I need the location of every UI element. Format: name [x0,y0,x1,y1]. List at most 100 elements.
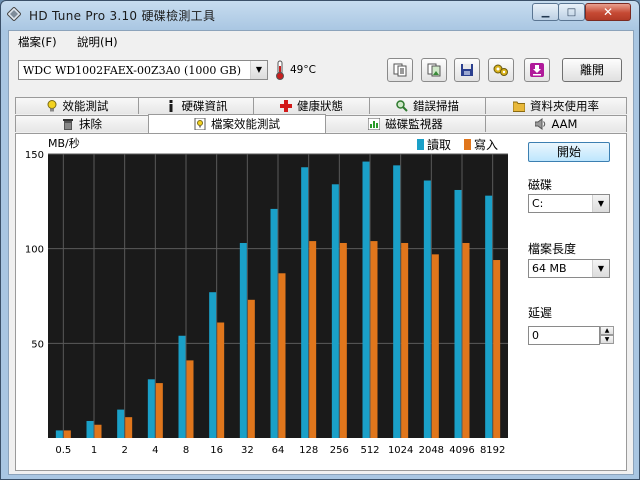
read-bar [178,335,186,438]
write-bar [370,241,378,438]
write-bar [125,417,133,438]
file-benchmark-icon [194,117,206,131]
legend-read-label: 讀取 [427,138,452,152]
write-bar [247,299,255,438]
read-bar [331,184,339,438]
tab-panel: 50 100 150 MB/秒 0.5 1 2 4 8 16 32 64 128 256 512 1024 20… [15,133,627,471]
exit-button[interactable]: 離開 [562,58,622,82]
copy-image-button[interactable] [421,58,447,82]
legend-write-label: 寫入 [474,138,499,152]
tab-aam[interactable]: AAM [485,115,627,132]
tab-erase[interactable]: 抹除 [15,115,149,132]
x-tick-label: 32 [241,445,254,456]
options-button[interactable] [488,58,514,82]
tab-file-benchmark[interactable]: 檔案效能測試 [148,114,326,133]
filesize-value: 64 MB [532,262,567,275]
lightbulb-icon [46,100,58,112]
app-window: HD Tune Pro 3.10 硬碟檢測工具 ▁ □ ✕ 檔案(F) 說明(H… [0,0,640,480]
menu-file[interactable]: 檔案(F) [18,34,57,50]
thermometer-icon [276,60,284,80]
x-tick-label: 16 [210,445,223,456]
x-tick-label: 256 [330,445,349,456]
copy-text-icon [393,63,407,77]
tab-info[interactable]: 硬碟資訊 [138,97,254,114]
y-tick-label: 150 [25,150,44,161]
info-icon [165,100,177,112]
magnifier-icon [396,100,408,112]
minimize-button[interactable]: ▁ [532,3,559,21]
drive-select-value: WDC WD1002FAEX-00Z3A0 (1000 GB) [23,64,241,77]
maximize-button[interactable]: □ [558,3,585,21]
filesize-select[interactable]: 64 MB ▼ [528,259,610,278]
x-tick-label: 2048 [419,445,444,456]
read-bar [362,161,370,438]
legend-write-swatch [464,139,471,150]
tab-label: 錯誤掃描 [413,99,459,113]
tab-disk-monitor[interactable]: 磁碟監視器 [325,115,486,132]
drive-select[interactable]: WDC WD1002FAEX-00Z3A0 (1000 GB) ▼ [18,60,268,80]
delay-input[interactable]: 0 [528,326,600,345]
spin-down-button[interactable]: ▼ [600,335,614,344]
x-tick-label: 128 [299,445,318,456]
x-tick-label: 8 [183,445,189,456]
app-logo-icon [7,7,21,21]
write-bar [431,254,439,438]
tab-folder-usage[interactable]: 資料夾使用率 [485,97,627,114]
x-tick-label: 4 [152,445,158,456]
write-bar [462,242,470,438]
temperature-readout: 49°C [290,64,316,76]
speaker-icon [534,118,547,130]
read-bar [423,180,431,439]
chevron-down-icon: ▼ [250,61,267,79]
spin-up-button[interactable]: ▲ [600,326,614,335]
drive-letter-value: C: [532,197,544,210]
menu-help[interactable]: 說明(H) [77,34,118,50]
close-button[interactable]: ✕ [585,3,631,21]
toolbar: WDC WD1002FAEX-00Z3A0 (1000 GB) ▼ 49°C 離… [9,53,633,87]
title-bar[interactable]: HD Tune Pro 3.10 硬碟檢測工具 ▁ □ ✕ [1,1,639,29]
read-bar [454,189,462,438]
read-bar [86,420,94,438]
read-bar [485,195,493,438]
start-button[interactable]: 開始 [528,142,610,162]
legend-read: 讀取 [417,136,451,153]
write-bar [278,273,286,438]
x-tick-label: 8192 [480,445,505,456]
write-bar [493,260,501,438]
write-bar [339,242,347,438]
download-button[interactable] [524,58,550,82]
filesize-label: 檔案長度 [528,242,577,256]
write-bar [155,383,163,438]
tab-benchmark[interactable]: 效能測試 [15,97,139,114]
x-tick-label: 0.5 [55,445,71,456]
tab-health[interactable]: 健康狀態 [253,97,370,114]
chevron-down-icon: ▼ [592,260,609,277]
read-bar [393,165,401,439]
x-tick-label: 1 [91,445,97,456]
tab-label: 效能測試 [62,99,109,113]
legend-read-swatch [417,139,424,150]
folder-icon [512,100,526,112]
tab-label: 資料夾使用率 [530,99,599,113]
maximize-icon: □ [566,6,577,18]
drive-letter-select[interactable]: C: ▼ [528,194,610,213]
copy-text-button[interactable] [387,58,413,82]
x-tick-label: 4096 [449,445,474,456]
close-icon: ✕ [602,5,614,19]
x-tick-label: 1024 [388,445,413,456]
write-bar [94,424,102,438]
health-cross-icon [280,100,292,112]
write-bar [186,360,194,438]
tab-row-bottom: 抹除 檔案效能測試 磁碟監視器 AAM [15,114,627,133]
client-area: 檔案(F) 說明(H) WDC WD1002FAEX-00Z3A0 (1000 … [8,30,634,475]
y-tick-label: 50 [31,339,44,350]
save-icon [461,64,473,76]
tab-error-scan[interactable]: 錯誤掃描 [369,97,486,114]
save-button[interactable] [454,58,480,82]
settings-pane: 開始 磁碟 C: ▼ 檔案長度 64 MB ▼ 延遲 0 ▲ ▼ [524,134,628,470]
read-bar [239,242,247,438]
tab-label: 磁碟監視器 [385,117,443,131]
window-title: HD Tune Pro 3.10 硬碟檢測工具 [29,9,216,23]
tab-label: 健康狀態 [297,99,343,113]
legend-write: 寫入 [464,136,498,153]
